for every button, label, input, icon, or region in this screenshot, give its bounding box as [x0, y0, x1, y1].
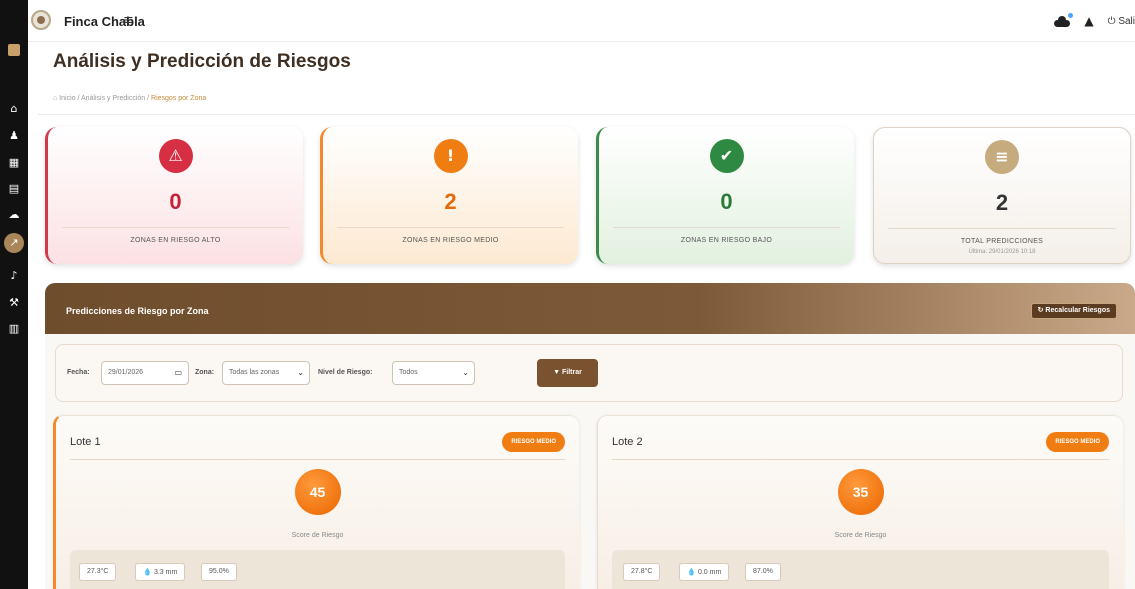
notification-dot [1068, 13, 1074, 18]
section-title: Predicciones de Riesgo por Zona [66, 306, 209, 316]
risk-score: 35 [837, 469, 884, 515]
weather-metrics: 27.3°C 💧 3.3 mm 95.0% [70, 550, 565, 589]
users-icon[interactable]: ♟ [8, 130, 20, 142]
weather-metrics: 27.8°C 💧 0.0 mm 87.0% [612, 550, 1109, 589]
divider [38, 114, 1135, 115]
zone-label: Zona: [195, 369, 215, 376]
stat-label: ZONAS EN RIESGO BAJO [680, 237, 773, 244]
user-avatar-icon[interactable] [8, 44, 20, 56]
notifications-bell-icon[interactable]: ▲ [1084, 14, 1093, 28]
divider [62, 227, 289, 228]
divider [337, 227, 564, 228]
date-label: Fecha: [67, 369, 90, 376]
filter-button[interactable]: ▼ Filtrar [537, 359, 598, 387]
temperature-chip: 27.8°C [623, 563, 661, 581]
stat-card-low-risk: ✔ 0 ZONAS EN RIESGO BAJO [596, 127, 854, 264]
top-right-actions: ▲ ⏻ Sali [1054, 13, 1135, 29]
chevron-down-icon: ⌄ [462, 368, 469, 377]
risk-score-label: Score de Riesgo [291, 532, 344, 539]
rain-chip: 💧 0.0 mm [679, 563, 730, 581]
database-icon: ≡ [985, 140, 1019, 174]
chart-line-icon: ↗ [9, 236, 19, 249]
bar-chart-icon[interactable]: ▥ [8, 323, 20, 335]
zone-name: Lote 2 [612, 436, 643, 448]
temperature-chip: 27.3°C [79, 563, 117, 581]
stat-label: ZONAS EN RIESGO ALTO [130, 237, 221, 244]
risk-badge: RIESGO MEDIO [502, 432, 565, 452]
bell-icon[interactable]: ♪ [8, 270, 20, 282]
zone-select-value: Todas las zonas [229, 369, 280, 376]
document-icon[interactable]: ▤ [8, 183, 20, 195]
chevron-down-icon: ⌄ [297, 368, 304, 377]
raindrop-icon: 💧 [143, 568, 154, 576]
stat-value: 0 [169, 189, 182, 214]
date-value: 29/01/2026 [108, 369, 144, 376]
logout-link[interactable]: ⏻ Sali [1108, 16, 1135, 27]
humidity-chip: 87.0% [745, 563, 781, 581]
rain-value: 3.3 mm [153, 569, 178, 576]
date-input[interactable]: 29/01/2026 ▭ [101, 361, 189, 385]
check-icon: ✔ [709, 139, 744, 173]
wrench-icon[interactable]: ⚒ [8, 297, 20, 309]
filter-bar: Fecha: 29/01/2026 ▭ Zona: Todas las zona… [55, 344, 1123, 402]
zone-card-lote-2: Lote 2 RIESGO MEDIO 35 Score de Riesgo 2… [597, 415, 1123, 589]
stat-card-medium-risk: ! 2 ZONAS EN RIESGO MEDIO [320, 127, 578, 264]
stat-value: 2 [995, 190, 1009, 215]
breadcrumb-current: Riesgos por Zona [151, 95, 207, 102]
risk-badge: RIESGO MEDIO [1046, 432, 1109, 452]
risk-level-label: Nivel de Riesgo: [318, 369, 373, 376]
breadcrumb-home[interactable]: ⌂ Inicio [53, 95, 76, 102]
sidebar: ⌂ ♟ ▦ ▤ ☁ ↗ ♪ ⚒ ▥ [0, 0, 28, 589]
divider [70, 459, 565, 460]
zone-select[interactable]: Todas las zonas ⌄ [222, 361, 310, 385]
stat-value: 2 [444, 189, 457, 214]
stat-card-total-predictions: ≡ 2 TOTAL PREDICCIONES Última: 29/01/202… [873, 127, 1131, 264]
last-update-text: Última: 29/01/2026 10:18 [968, 249, 1036, 255]
page-title: Análisis y Predicción de Riesgos [53, 51, 351, 72]
stat-card-high-risk: ⚠ 0 ZONAS EN RIESGO ALTO [45, 127, 303, 264]
risk-score: 45 [294, 469, 341, 515]
stat-value: 0 [720, 189, 733, 214]
weather-cloud-icon[interactable] [1054, 13, 1074, 27]
home-icon[interactable]: ⌂ [8, 103, 20, 115]
risk-score-label: Score de Riesgo [834, 532, 887, 539]
breadcrumb-parent[interactable]: Análisis y Predicción [81, 95, 145, 102]
farm-logo[interactable] [31, 10, 51, 30]
risk-level-select[interactable]: Todos ⌄ [392, 361, 475, 385]
top-bar: Finca Chabla ≡ ▲ ⏻ Sali [28, 0, 1135, 42]
rain-chip: 💧 3.3 mm [135, 563, 186, 581]
cloud-icon[interactable]: ☁ [8, 209, 20, 221]
divider [888, 228, 1116, 229]
recalculate-risks-button[interactable]: ↻ Recalcular Riesgos [1030, 303, 1117, 319]
rain-value: 0.0 mm [697, 569, 722, 576]
predictions-section-header: Predicciones de Riesgo por Zona ↻ Recalc… [45, 283, 1135, 334]
stat-label: ZONAS EN RIESGO MEDIO [402, 237, 499, 244]
zone-card-lote-1: Lote 1 RIESGO MEDIO 45 Score de Riesgo 2… [53, 415, 579, 589]
calendar-icon[interactable]: ▭ [174, 362, 182, 384]
risk-level-value: Todos [399, 369, 418, 376]
exclamation-icon: ! [433, 139, 468, 173]
dashboard-icon[interactable]: ▦ [8, 157, 20, 169]
raindrop-icon: 💧 [687, 568, 698, 576]
zone-name: Lote 1 [70, 436, 101, 448]
menu-toggle-icon[interactable]: ≡ [123, 13, 134, 28]
stat-label: TOTAL PREDICCIONES [960, 238, 1044, 245]
divider [613, 227, 840, 228]
breadcrumb: ⌂ Inicio / Análisis y Predicción / Riesg… [53, 95, 206, 102]
humidity-chip: 95.0% [201, 563, 237, 581]
divider [612, 459, 1109, 460]
warning-icon: ⚠ [158, 139, 193, 173]
